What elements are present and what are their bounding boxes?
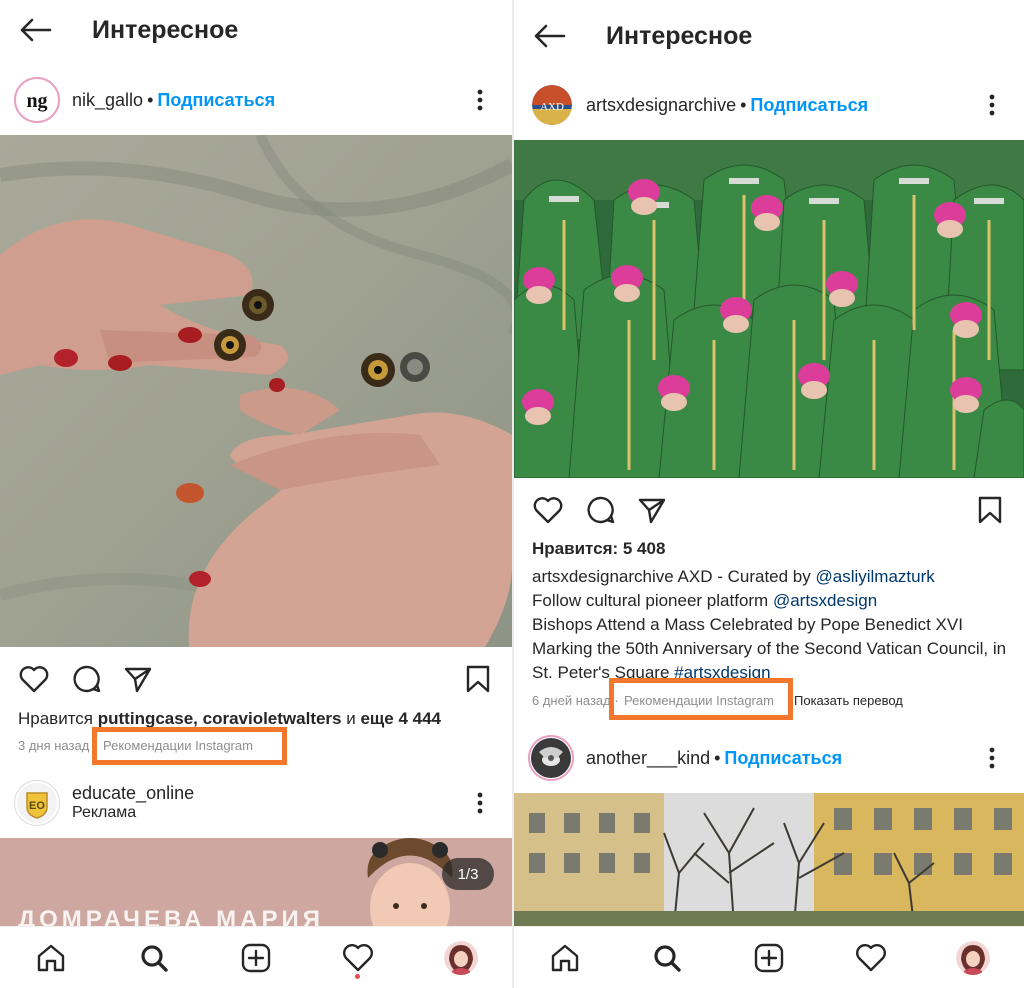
- top-bar: Интересное: [0, 0, 512, 60]
- top-bar: Интересное: [514, 6, 1024, 66]
- caption-line: Follow cultural pioneer platform @artsxd…: [532, 589, 1008, 613]
- likes-text[interactable]: Нравится puttingcase, coravioletwalters …: [18, 709, 441, 729]
- likes-separator: ,: [193, 709, 203, 728]
- search-icon[interactable]: [132, 936, 176, 980]
- page-title: Интересное: [92, 15, 239, 44]
- left-screen: Интересное ng nik_gallo • Подписаться Нр…: [0, 0, 512, 988]
- bottom-nav: [514, 926, 1024, 988]
- post-header: another___kind • Подписаться: [514, 730, 1024, 786]
- post-actions: [0, 655, 512, 699]
- more-options-icon[interactable]: [980, 746, 1004, 770]
- post-time: 6 дней назад: [532, 693, 611, 708]
- home-icon[interactable]: [29, 936, 73, 980]
- caption-text: AXD - Curated by: [673, 567, 816, 586]
- like-icon[interactable]: [18, 663, 50, 695]
- activity-icon[interactable]: [849, 936, 893, 980]
- post-image[interactable]: ДОМРАЧЕВА МАРИЯ 1/3: [0, 838, 512, 926]
- post-time: 3 дня назад: [18, 738, 90, 753]
- likes-conjunction: и: [341, 709, 361, 728]
- stage: Интересное ng nik_gallo • Подписаться Нр…: [0, 0, 1024, 988]
- activity-icon[interactable]: [336, 936, 380, 980]
- home-icon[interactable]: [543, 936, 587, 980]
- comment-icon[interactable]: [70, 663, 102, 695]
- caption-line: artsxdesignarchive AXD - Curated by @asl…: [532, 565, 1008, 589]
- post-header: ng nik_gallo • Подписаться: [0, 72, 512, 128]
- avatar[interactable]: EO: [14, 780, 60, 826]
- post-image[interactable]: [0, 135, 512, 647]
- bottom-nav: [0, 926, 512, 988]
- highlight-box: [92, 727, 287, 765]
- highlight-box: [609, 678, 793, 720]
- new-post-icon[interactable]: [234, 936, 278, 980]
- comment-icon[interactable]: [584, 494, 616, 526]
- likes-prefix: Нравится: [18, 709, 98, 728]
- post-meta: 3 дня назад ·: [18, 738, 97, 753]
- profile-avatar[interactable]: [439, 936, 483, 980]
- like-icon[interactable]: [532, 494, 564, 526]
- mention-link[interactable]: @asliyilmazturk: [815, 567, 934, 586]
- profile-avatar[interactable]: [951, 936, 995, 980]
- separator-dot: •: [740, 94, 747, 115]
- search-icon[interactable]: [645, 936, 689, 980]
- svg-text:AXD: AXD: [540, 101, 564, 113]
- post-actions: [514, 486, 1024, 530]
- page-title: Интересное: [606, 21, 753, 50]
- separator-dot: •: [714, 747, 721, 768]
- svg-text:EO: EO: [29, 800, 45, 812]
- avatar[interactable]: AXD: [532, 85, 572, 125]
- liked-by-user[interactable]: puttingcase: [98, 709, 193, 728]
- post-caption: artsxdesignarchive AXD - Curated by @asl…: [532, 565, 1008, 685]
- post-header: AXD artsxdesignarchive • Подписаться: [514, 77, 1024, 133]
- share-icon[interactable]: [636, 494, 668, 526]
- likes-count[interactable]: еще 4 444: [360, 709, 441, 728]
- ad-overlay-text: ДОМРАЧЕВА МАРИЯ: [18, 906, 324, 926]
- caption-line: Bishops Attend a Mass Celebrated by Pope…: [532, 613, 1008, 685]
- post-image[interactable]: [514, 793, 1024, 926]
- right-screen: Интересное AXD artsxdesignarchive • Подп…: [514, 0, 1024, 988]
- save-icon[interactable]: [462, 663, 494, 695]
- sponsored-label: Реклама: [72, 804, 137, 821]
- more-options-icon[interactable]: [468, 88, 492, 112]
- username[interactable]: artsxdesignarchive: [586, 95, 736, 116]
- username[interactable]: educate_online: [72, 783, 194, 803]
- arrow-left-icon[interactable]: [16, 10, 56, 50]
- new-post-icon[interactable]: [747, 936, 791, 980]
- more-options-icon[interactable]: [980, 93, 1004, 117]
- avatar[interactable]: [528, 735, 574, 781]
- save-icon[interactable]: [974, 494, 1006, 526]
- share-icon[interactable]: [122, 663, 154, 695]
- follow-button[interactable]: Подписаться: [750, 95, 868, 116]
- caption-text: Follow cultural pioneer platform: [532, 591, 773, 610]
- svg-text:ng: ng: [26, 90, 47, 112]
- likes-count[interactable]: Нравится: 5 408: [532, 539, 665, 559]
- follow-button[interactable]: Подписаться: [724, 748, 842, 769]
- post-meta: 6 дней назад ·: [532, 693, 619, 708]
- liked-by-user[interactable]: coravioletwalters: [203, 709, 342, 728]
- username[interactable]: nik_gallo: [72, 90, 143, 111]
- translate-link[interactable]: Показать перевод: [794, 693, 903, 708]
- notification-dot: [355, 973, 361, 979]
- follow-button[interactable]: Подписаться: [157, 90, 275, 111]
- mention-link[interactable]: @artsxdesign: [773, 591, 877, 610]
- username[interactable]: another___kind: [586, 748, 710, 769]
- account-info: educate_online Реклама: [60, 783, 194, 823]
- arrow-left-icon[interactable]: [530, 16, 570, 56]
- avatar[interactable]: ng: [14, 77, 60, 123]
- carousel-counter: 1/3: [442, 858, 494, 890]
- caption-username[interactable]: artsxdesignarchive: [532, 567, 674, 586]
- separator-dot: •: [147, 89, 154, 110]
- more-options-icon[interactable]: [468, 791, 492, 815]
- post-header: EO educate_online Реклама: [0, 775, 512, 831]
- post-image[interactable]: [514, 140, 1024, 478]
